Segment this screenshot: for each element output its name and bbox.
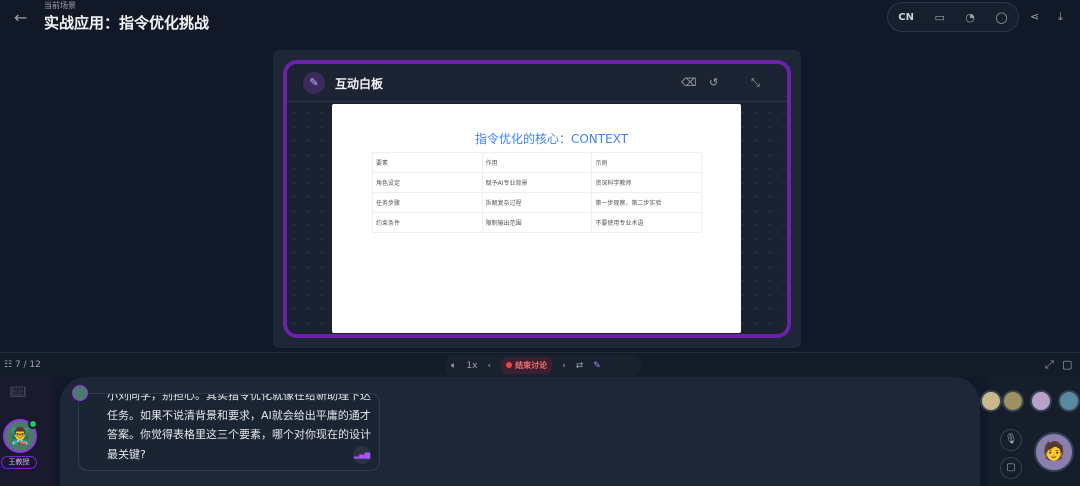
audio-wave-icon[interactable]: ▂▄▆	[353, 446, 371, 464]
student-avatar[interactable]	[980, 390, 1002, 412]
message-text: 小刘同学，别担心。其实指令优化就像在给新助理下达任务。如果不说清背景和要求，AI…	[107, 393, 371, 461]
top-bar: ← 当前场景 实战应用：指令优化挑战 CN ▭ ◔ ◯ ⋖ ⤓	[0, 0, 1080, 40]
cell: 示例	[591, 152, 702, 173]
message-button[interactable]: ▢	[1000, 457, 1022, 479]
back-arrow-icon[interactable]: ←	[14, 8, 27, 27]
github-icon[interactable]: ◔	[965, 11, 975, 24]
pen-icon: ✎	[303, 72, 325, 94]
student-avatar[interactable]	[1030, 390, 1052, 412]
teacher-name: 王教授	[1, 456, 37, 469]
table-row: 约束条件 限制输出范围 不要使用专业术语	[372, 212, 702, 233]
my-avatar[interactable]: 🧑	[1034, 432, 1074, 472]
cell: 约束条件	[372, 212, 483, 233]
collapse-icon[interactable]: ⤡	[751, 76, 760, 90]
cell: 作用	[481, 152, 593, 173]
whiteboard-title: 互动白板	[335, 77, 384, 91]
context-table: 要素 作用 示例 角色设定 赋予AI专业背景 资深科学教师 任务步骤 拆解复杂过程 第一步观…	[372, 152, 702, 233]
teacher-panel: 📖︎ 👨‍🏫 王教授	[0, 377, 52, 486]
cell: 赋予AI专业背景	[481, 172, 593, 193]
language-button[interactable]: CN	[898, 12, 914, 23]
table-row: 要素 作用 示例	[372, 152, 702, 173]
table-row: 角色设定 赋予AI专业背景 资深科学教师	[372, 172, 702, 193]
cell: 不要使用专业术语	[591, 212, 702, 233]
page-counter: 7 / 12	[14, 360, 41, 370]
cell: 限制输出范围	[481, 212, 593, 233]
download-icon[interactable]: ⤓	[1058, 10, 1063, 24]
end-discussion-button[interactable]: 结束讨论	[501, 357, 553, 374]
prev-icon[interactable]: ‹	[487, 361, 491, 371]
cell: 拆解复杂过程	[481, 192, 593, 213]
pen-icon[interactable]: ✎	[593, 361, 601, 371]
toolbar: CN ▭ ◔ ◯	[887, 2, 1019, 32]
book-icon[interactable]: 📖︎	[10, 385, 27, 400]
cell: 第一步观察，第二步实验	[591, 192, 702, 213]
fullscreen-icon[interactable]: ⤢	[1045, 358, 1054, 372]
online-indicator	[28, 419, 38, 429]
monitor-icon[interactable]: ▭	[934, 11, 944, 24]
participants-panel: 🎙︎ ▢ 🧑	[980, 377, 1080, 486]
user-icon[interactable]: ◯	[995, 11, 1007, 24]
cell: 角色设定	[372, 172, 483, 193]
scene-label: 当前场景	[44, 1, 76, 10]
chat-icon[interactable]: ▢	[1062, 358, 1072, 371]
student-avatar[interactable]	[1002, 390, 1024, 412]
cell: 任务步骤	[372, 192, 483, 213]
volume-icon[interactable]: 🔈︎	[451, 361, 456, 371]
history-icon[interactable]: ↺	[709, 76, 718, 89]
cell: 资深科学教师	[591, 172, 702, 193]
microphone-button[interactable]: 🎙︎	[1000, 429, 1022, 451]
repeat-icon[interactable]: ⇄	[576, 361, 584, 371]
chat-area: 小刘同学，别担心。其实指令优化就像在给新助理下达任务。如果不说清背景和要求，AI…	[60, 377, 980, 486]
speed-button[interactable]: 1x	[466, 361, 477, 371]
whiteboard-panel: ✎ 互动白板 ⌫ ↺ ⤡ 指令优化的核心：CONTEXT 要素 作用 示例 角色设定…	[273, 50, 801, 348]
student-avatar[interactable]	[1058, 390, 1080, 412]
message-bubble: 小刘同学，别担心。其实指令优化就像在给新助理下达任务。如果不说清背景和要求，AI…	[78, 393, 380, 471]
next-icon[interactable]: ›	[562, 361, 566, 371]
page-title: 实战应用：指令优化挑战	[44, 14, 210, 32]
slide: 指令优化的核心：CONTEXT 要素 作用 示例 角色设定 赋予AI专业背景 资深科学教…	[332, 104, 741, 333]
speaker-avatar	[72, 385, 88, 401]
cell: 要素	[372, 152, 483, 173]
eraser-icon[interactable]: ⌫	[681, 76, 697, 89]
end-label: 结束讨论	[515, 361, 548, 370]
slide-title: 指令优化的核心：CONTEXT	[474, 132, 629, 146]
outline-icon[interactable]: ☷ 7 / 12	[4, 360, 41, 370]
share-icon[interactable]: ⋖	[1030, 10, 1039, 23]
table-row: 任务步骤 拆解复杂过程 第一步观察，第二步实验	[372, 192, 702, 213]
playback-bar: ☷ 7 / 12 🔈︎ 1x ‹ 结束讨论 › ⇄ ✎ ⤢ ▢	[0, 352, 1080, 377]
